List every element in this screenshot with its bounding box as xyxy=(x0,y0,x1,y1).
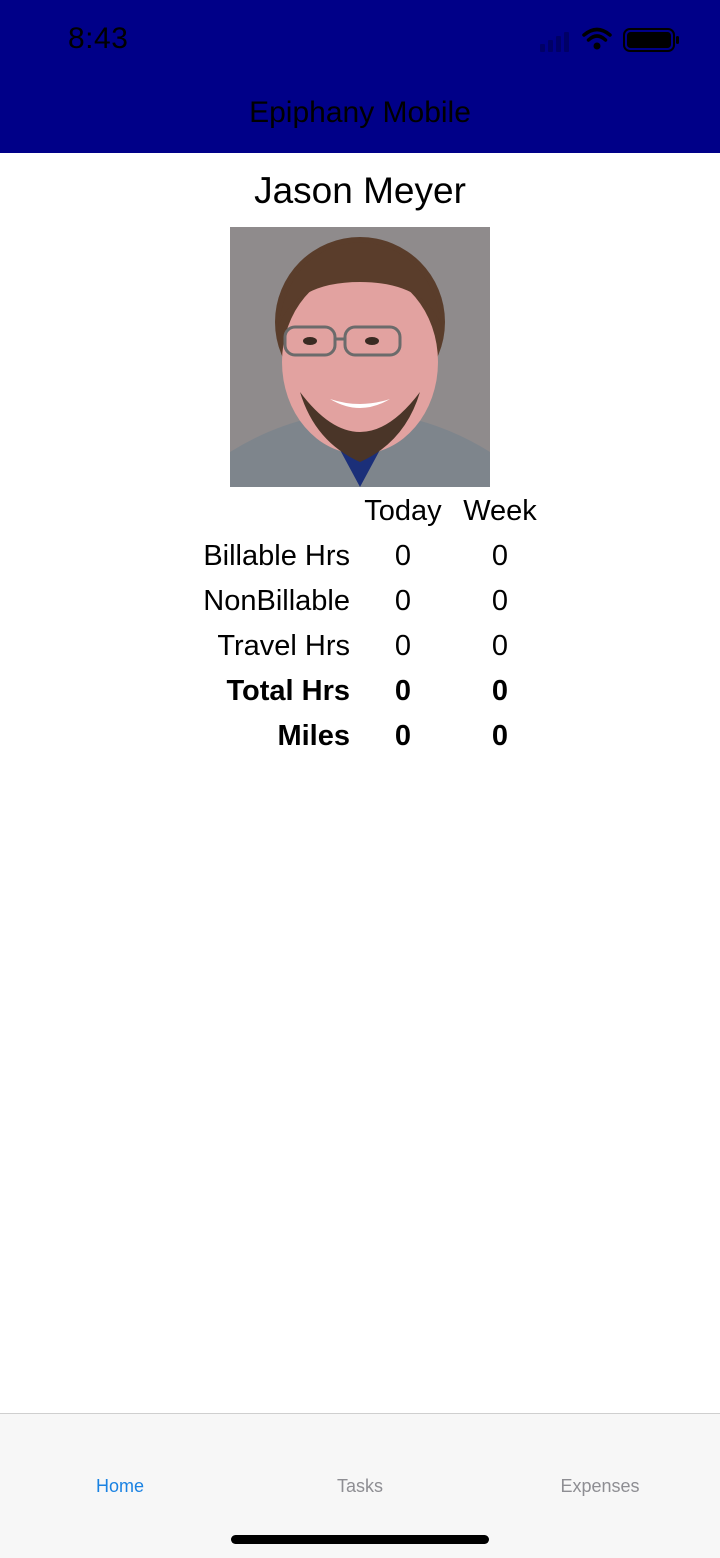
header-bar: 8:43 Epiphany Mobile xyxy=(0,0,720,153)
travel-hrs-week: 0 xyxy=(491,630,509,662)
table-row: Total Hrs 0 0 xyxy=(0,675,720,720)
billable-hrs-week: 0 xyxy=(491,540,509,572)
table-row: Miles 0 0 xyxy=(0,720,720,765)
row-label-nonbillable: NonBillable xyxy=(203,585,350,617)
user-name: Jason Meyer xyxy=(254,170,466,211)
tab-tasks[interactable]: Tasks xyxy=(240,1476,480,1497)
screen: 8:43 Epiphany Mobile Jason Meyer Today W… xyxy=(0,0,720,1558)
stats-header-row: Today Week xyxy=(0,495,720,540)
total-hrs-week: 0 xyxy=(491,675,509,707)
miles-today: 0 xyxy=(394,720,412,752)
row-label-travel-hrs: Travel Hrs xyxy=(217,630,350,662)
row-label-total-hrs: Total Hrs xyxy=(226,675,350,707)
stats-table: Today Week Billable Hrs 0 0 NonBillable … xyxy=(0,495,720,765)
home-indicator[interactable] xyxy=(231,1535,489,1544)
status-time: 8:43 xyxy=(68,22,129,55)
row-label-billable-hrs: Billable Hrs xyxy=(203,540,350,572)
tab-expenses[interactable]: Expenses xyxy=(480,1476,720,1497)
battery-icon xyxy=(623,28,679,52)
table-row: Billable Hrs 0 0 xyxy=(0,540,720,585)
nav-title: Epiphany Mobile xyxy=(249,96,471,129)
row-label-miles: Miles xyxy=(277,720,350,752)
column-header-today: Today xyxy=(364,495,442,527)
status-icons xyxy=(540,27,679,52)
table-row: NonBillable 0 0 xyxy=(0,585,720,630)
travel-hrs-today: 0 xyxy=(394,630,412,662)
wifi-icon xyxy=(582,27,612,50)
total-hrs-today: 0 xyxy=(394,675,412,707)
tab-home[interactable]: Home xyxy=(0,1476,240,1497)
table-row: Travel Hrs 0 0 xyxy=(0,630,720,675)
nonbillable-today: 0 xyxy=(394,585,412,617)
signal-icon xyxy=(540,32,569,52)
miles-week: 0 xyxy=(491,720,509,752)
user-photo xyxy=(230,227,490,487)
billable-hrs-today: 0 xyxy=(394,540,412,572)
nonbillable-week: 0 xyxy=(491,585,509,617)
column-header-week: Week xyxy=(463,495,537,527)
